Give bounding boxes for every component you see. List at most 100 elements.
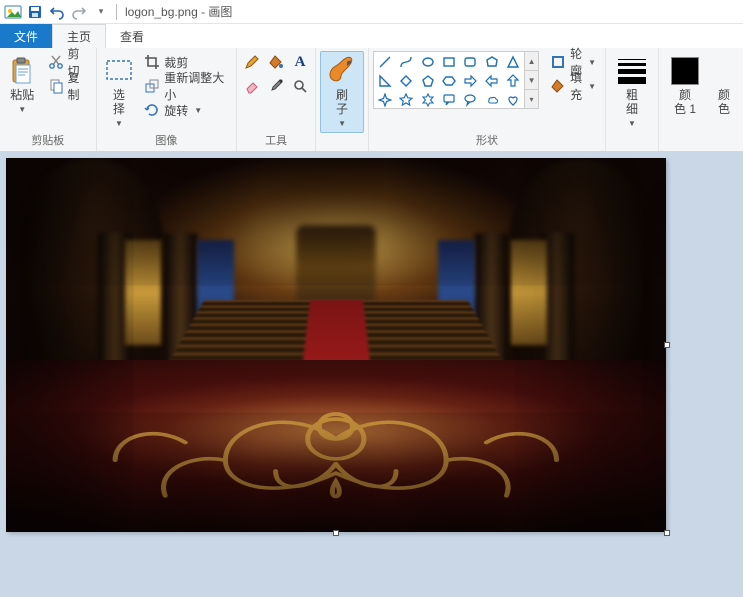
eraser-tool[interactable] [241,75,263,97]
color1-swatch [671,57,699,85]
titlebar: ▾ logon_bg.png - 画图 [0,0,743,24]
resize-icon [144,78,160,94]
resize-label: 重新调整大小 [164,69,227,103]
size-button[interactable]: 粗 细▼ [610,51,654,133]
group-clipboard: 粘贴▼ 剪切 复制 剪贴板 [0,48,97,151]
group-tools-label: 工具 [241,134,311,150]
shape-right-triangle[interactable] [375,72,395,90]
resize-handle-bottom[interactable] [333,530,339,536]
fill-label: 填充 [570,69,582,103]
shapes-gallery-scroll[interactable]: ▲▼▾ [525,51,539,109]
shape-round-rect[interactable] [460,53,480,71]
chevron-down-icon: ▼ [338,117,346,131]
chevron-down-icon: ▼ [588,58,596,67]
gallery-more[interactable]: ▾ [525,90,538,108]
copy-label: 复制 [68,69,87,103]
brushes-label: 刷 子 [336,88,348,116]
shape-star6[interactable] [418,91,438,109]
canvas[interactable] [6,158,666,532]
rotate-label: 旋转 [164,102,188,119]
rotate-button[interactable]: 旋转 ▼ [139,99,232,121]
shape-rect[interactable] [439,53,459,71]
group-colors-label [663,134,739,150]
gallery-up[interactable]: ▲ [525,52,538,71]
shapes-gallery[interactable] [373,51,525,109]
gallery-down[interactable]: ▼ [525,71,538,90]
scissors-icon [48,54,64,70]
shape-arrow-up[interactable] [503,72,523,90]
crop-icon [144,54,160,70]
shape-polygon[interactable] [481,53,501,71]
quick-access-toolbar: ▾ [2,1,112,23]
redo-button[interactable] [68,1,90,23]
chevron-down-icon: ▼ [628,117,636,131]
shape-curve[interactable] [396,53,416,71]
shape-oval[interactable] [418,53,438,71]
shape-star5[interactable] [396,91,416,109]
group-brushes: 刷 子▼ [316,48,369,151]
ribbon: 粘贴▼ 剪切 复制 剪贴板 选 择▼ 裁剪 重 [0,48,743,152]
text-tool[interactable]: A [289,51,311,73]
chevron-down-icon: ▼ [194,106,202,115]
copy-icon [48,78,64,94]
fill-icon [550,78,566,94]
select-button[interactable]: 选 择▼ [101,51,138,133]
color2-button[interactable]: 颜 色 [709,51,739,133]
tab-view[interactable]: 查看 [106,24,158,48]
group-size: 粗 细▼ [606,48,659,151]
outline-icon [550,54,566,70]
shape-heart[interactable] [503,91,523,109]
ribbon-tabs: 文件 主页 查看 [0,24,743,48]
resize-handle-corner[interactable] [664,530,670,536]
color1-button[interactable]: 颜 色 1 [663,51,707,133]
tab-file[interactable]: 文件 [0,24,52,48]
chevron-down-icon: ▼ [588,82,596,91]
chevron-down-icon: ▼ [18,103,26,117]
group-colors: 颜 色 1 颜 色 [659,48,743,151]
shape-star4[interactable] [375,91,395,109]
group-brushes-label [320,134,364,150]
shape-callout-oval[interactable] [460,91,480,109]
shape-hexagon[interactable] [439,72,459,90]
rotate-icon [144,102,160,118]
copy-button[interactable]: 复制 [43,75,92,97]
save-button[interactable] [24,1,46,23]
qat-customize[interactable]: ▾ [90,1,112,23]
magnifier-tool[interactable] [289,75,311,97]
color2-label: 颜 色 [718,88,730,116]
chevron-down-icon: ▼ [115,117,123,131]
group-shapes-label: 形状 [373,134,601,150]
shape-arrow-right[interactable] [460,72,480,90]
shape-callout-rect[interactable] [439,91,459,109]
stroke-preview-icon [614,57,650,86]
color1-label: 颜 色 1 [674,88,696,116]
resize-handle-right[interactable] [664,342,670,348]
resize-button[interactable]: 重新调整大小 [139,75,232,97]
canvas-image [6,158,666,532]
shape-arrow-left[interactable] [481,72,501,90]
crop-label: 裁剪 [164,54,188,71]
app-icon[interactable] [2,1,24,23]
brushes-button[interactable]: 刷 子▼ [320,51,364,133]
pencil-tool[interactable] [241,51,263,73]
color-picker-tool[interactable] [265,75,287,97]
shape-line[interactable] [375,53,395,71]
size-label: 粗 细 [626,88,638,116]
app-name: 画图 [208,5,232,19]
shape-pentagon[interactable] [418,72,438,90]
shape-triangle[interactable] [503,53,523,71]
select-label: 选 择 [113,88,125,116]
paste-button[interactable]: 粘贴▼ [4,51,41,133]
fill-button[interactable]: 填充▼ [545,75,601,97]
shape-callout-cloud[interactable] [481,91,501,109]
document-title: logon_bg.png - 画图 [121,3,232,20]
fill-tool[interactable] [265,51,287,73]
shape-diamond[interactable] [396,72,416,90]
group-tools: A 工具 [237,48,316,151]
undo-button[interactable] [46,1,68,23]
group-size-label [610,134,654,150]
group-image-label: 图像 [101,134,232,150]
canvas-workspace[interactable] [0,152,743,597]
filename: logon_bg.png [125,5,198,19]
canvas-wrap [6,158,666,532]
